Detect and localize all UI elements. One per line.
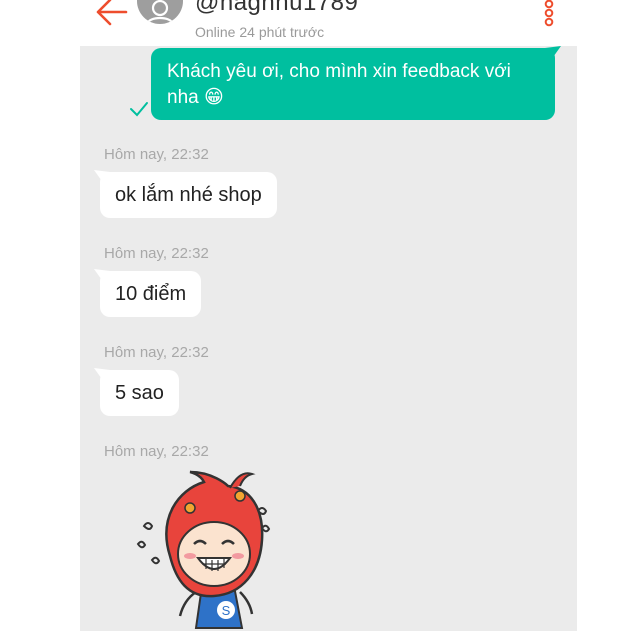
excited-red-hood-character-sticker[interactable]: S bbox=[130, 468, 280, 631]
message-timestamp: Hôm nay, 22:32 bbox=[104, 245, 209, 262]
incoming-message-bubble[interactable]: 5 sao bbox=[100, 370, 179, 416]
vertical-ellipsis-icon[interactable] bbox=[539, 0, 559, 30]
user-icon bbox=[145, 0, 175, 24]
chat-area[interactable]: Khách yêu ơi, cho mình xin feedback với … bbox=[80, 46, 577, 631]
outgoing-message-line: nha 😁 bbox=[167, 87, 224, 108]
message-timestamp: Hôm nay, 22:32 bbox=[104, 344, 209, 361]
chat-header: @hagnhu1789 Online 24 phút trước bbox=[80, 0, 577, 46]
sticker-letter: S bbox=[222, 603, 231, 618]
arrow-left-icon[interactable] bbox=[92, 0, 132, 30]
message-timestamp: Hôm nay, 22:32 bbox=[104, 146, 209, 163]
avatar[interactable] bbox=[137, 0, 183, 24]
chat-username: @hagnhu1789 bbox=[195, 0, 359, 16]
message-timestamp: Hôm nay, 22:32 bbox=[104, 443, 209, 460]
online-status: Online 24 phút trước bbox=[195, 24, 325, 40]
incoming-message-bubble[interactable]: 10 điểm bbox=[100, 271, 202, 317]
outgoing-message-bubble[interactable]: Khách yêu ơi, cho mình xin feedback với … bbox=[151, 48, 555, 120]
check-icon bbox=[130, 102, 148, 117]
incoming-message-bubble[interactable]: ok lắm nhé shop bbox=[100, 172, 277, 218]
outgoing-message-line: Khách yêu ơi, cho mình xin feedback với bbox=[167, 61, 511, 82]
